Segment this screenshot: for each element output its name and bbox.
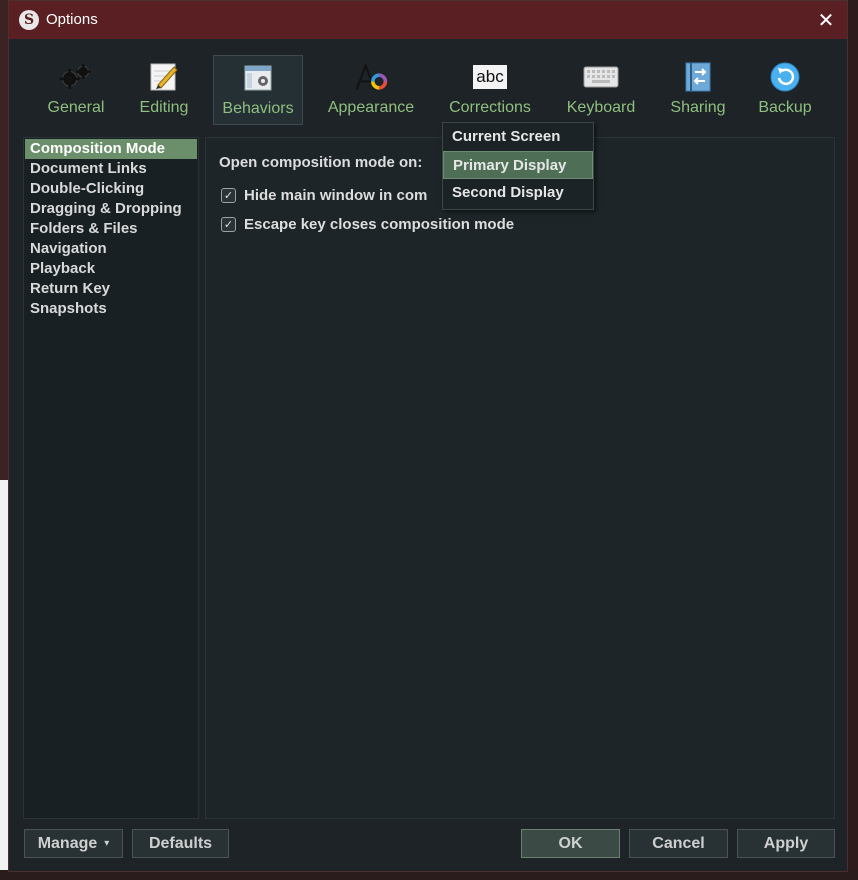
ok-button[interactable]: OK [521, 829, 620, 858]
title-bar: S Options ✕ [9, 1, 847, 39]
escape-key-label: Escape key closes composition mode [244, 216, 515, 233]
sidebar-item-document-links[interactable]: Document Links [25, 159, 197, 179]
dropdown-option-current-screen[interactable]: Current Screen [443, 123, 593, 151]
settings-panel: Open composition mode on: ✓ Hide main wi… [205, 137, 835, 819]
sidebar-item-snapshots[interactable]: Snapshots [25, 299, 197, 319]
tab-general[interactable]: General [39, 55, 113, 125]
sidebar-item-navigation[interactable]: Navigation [25, 239, 197, 259]
tab-behaviors[interactable]: Behaviors [213, 55, 303, 125]
sidebar-item-playback[interactable]: Playback [25, 259, 197, 279]
tab-sharing-label: Sharing [670, 99, 726, 116]
tab-sharing[interactable]: Sharing [661, 55, 735, 125]
sharing-icon [680, 59, 716, 95]
font-color-icon [353, 59, 389, 95]
sidebar-item-dragging-dropping[interactable]: Dragging & Dropping [25, 199, 197, 219]
apply-button[interactable]: Apply [737, 829, 835, 858]
gears-icon [58, 59, 94, 95]
dropdown-option-second-display[interactable]: Second Display [443, 179, 593, 207]
tab-appearance[interactable]: Appearance [321, 55, 421, 125]
escape-key-checkbox[interactable]: ✓ [221, 217, 236, 232]
dropdown-option-primary-display[interactable]: Primary Display [443, 151, 593, 179]
window-title: Options [46, 11, 98, 28]
escape-key-option[interactable]: ✓ Escape key closes composition mode [221, 216, 514, 233]
close-button[interactable]: ✕ [811, 5, 841, 35]
tab-editing[interactable]: Editing [129, 55, 199, 125]
sidebar-item-return-key[interactable]: Return Key [25, 279, 197, 299]
options-window: S Options ✕ General Editing Behaviors Ap… [8, 0, 848, 872]
sidebar-item-composition-mode[interactable]: Composition Mode [25, 139, 197, 159]
behaviors-sidebar: Composition Mode Document Links Double-C… [23, 137, 199, 819]
keyboard-icon [583, 59, 619, 95]
sidebar-item-double-clicking[interactable]: Double-Clicking [25, 179, 197, 199]
window-gear-icon [240, 60, 276, 96]
hide-main-window-checkbox[interactable]: ✓ [221, 188, 236, 203]
tab-keyboard-label: Keyboard [566, 99, 636, 116]
tab-corrections-label: Corrections [449, 99, 531, 116]
pencil-icon [146, 59, 182, 95]
tab-backup-label: Backup [758, 99, 812, 116]
manage-button-label: Manage [37, 834, 98, 852]
defaults-button[interactable]: Defaults [132, 829, 229, 858]
tab-keyboard[interactable]: Keyboard [561, 55, 641, 125]
tab-behaviors-label: Behaviors [222, 100, 294, 117]
hide-main-window-label: Hide main window in com [244, 187, 428, 204]
cancel-button[interactable]: Cancel [629, 829, 728, 858]
open-composition-label: Open composition mode on: [219, 154, 423, 171]
tab-general-label: General [47, 99, 105, 116]
tab-appearance-label: Appearance [327, 99, 415, 116]
abc-icon: abc [472, 59, 508, 95]
chevron-down-icon: ▾ [104, 838, 110, 849]
tab-backup[interactable]: Backup [749, 55, 821, 125]
tab-corrections[interactable]: abc Corrections [445, 55, 535, 125]
manage-button[interactable]: Manage ▾ [24, 829, 123, 858]
app-logo-icon: S [19, 10, 39, 30]
tab-editing-label: Editing [139, 99, 189, 116]
preferences-toolbar: General Editing Behaviors Appearance abc… [9, 39, 847, 127]
composition-screen-dropdown[interactable]: Current Screen Primary Display Second Di… [442, 122, 594, 210]
backup-icon [767, 59, 803, 95]
sidebar-item-folders-files[interactable]: Folders & Files [25, 219, 197, 239]
hide-main-window-option[interactable]: ✓ Hide main window in com [221, 187, 427, 204]
